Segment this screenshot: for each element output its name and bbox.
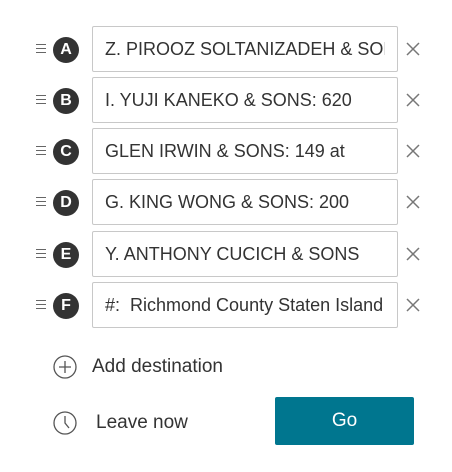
close-icon[interactable] — [404, 193, 422, 211]
add-destination-label: Add destination — [92, 356, 223, 377]
marker-e: E — [53, 242, 79, 268]
drag-handle-icon[interactable] — [36, 95, 46, 105]
marker-a: A — [53, 37, 79, 63]
destination-row-c: C — [0, 128, 452, 174]
plus-circle-icon — [53, 355, 77, 379]
destination-row-b: B — [0, 77, 452, 123]
drag-handle-icon[interactable] — [36, 44, 46, 54]
drag-handle-icon[interactable] — [36, 146, 46, 156]
add-destination-button[interactable]: Add destination — [52, 354, 223, 380]
destination-row-e: E — [0, 231, 452, 277]
destination-input-d[interactable] — [92, 179, 398, 225]
destination-row-f: F — [0, 282, 452, 328]
close-icon[interactable] — [404, 245, 422, 263]
drag-handle-icon[interactable] — [36, 300, 46, 310]
destination-row-a: A — [0, 26, 452, 72]
destination-input-e[interactable] — [92, 231, 398, 277]
destination-input-f[interactable] — [92, 282, 398, 328]
close-icon[interactable] — [404, 142, 422, 160]
close-icon[interactable] — [404, 296, 422, 314]
destination-input-b[interactable] — [92, 77, 398, 123]
destination-input-c[interactable] — [92, 128, 398, 174]
leave-now-selector[interactable]: Leave now — [52, 409, 188, 437]
leave-now-label: Leave now — [96, 412, 188, 433]
destination-input-a[interactable] — [92, 26, 398, 72]
destination-row-d: D — [0, 179, 452, 225]
marker-b: B — [53, 88, 79, 114]
close-icon[interactable] — [404, 91, 422, 109]
marker-f: F — [53, 293, 79, 319]
go-button[interactable]: Go — [275, 397, 414, 445]
drag-handle-icon[interactable] — [36, 197, 46, 207]
marker-c: C — [53, 139, 79, 165]
drag-handle-icon[interactable] — [36, 249, 46, 259]
marker-d: D — [53, 190, 79, 216]
clock-icon — [53, 411, 77, 435]
close-icon[interactable] — [404, 40, 422, 58]
